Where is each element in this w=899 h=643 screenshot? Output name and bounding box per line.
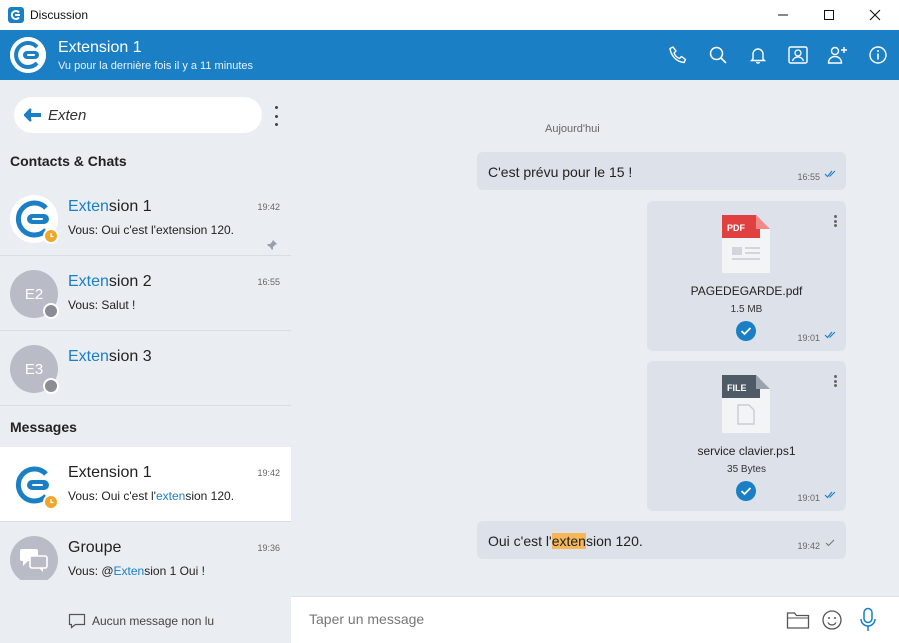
message-preview: Vous: @Extension 1 Oui ! — [68, 564, 205, 578]
last-message-preview: Vous: Salut ! — [68, 298, 136, 312]
maximize-icon — [824, 10, 834, 20]
folder-icon — [786, 612, 810, 629]
svg-text:PDF: PDF — [727, 223, 746, 233]
double-check-icon — [824, 326, 838, 344]
download-complete-icon[interactable] — [736, 481, 756, 501]
chat-area: Aujourd'hui C'est prévu pour le 15 ! 16:… — [291, 80, 899, 596]
bell-icon — [749, 48, 767, 64]
message-time: 19:01 — [797, 333, 820, 343]
header-avatar[interactable] — [10, 37, 46, 73]
close-icon — [869, 9, 881, 21]
file-size: 1.5 MB — [730, 304, 763, 315]
group-name: Groupe — [68, 539, 122, 556]
search-icon — [709, 46, 727, 64]
phone-icon — [669, 46, 687, 64]
minimize-icon — [778, 14, 788, 16]
generic-file-icon: FILE — [722, 375, 770, 433]
message-time: 16:55 — [797, 172, 820, 182]
group-avatar — [10, 536, 58, 584]
contact-name: Extension 2 — [68, 273, 152, 290]
group-chat-icon — [20, 549, 48, 572]
file-size: 35 Bytes — [727, 464, 766, 475]
away-status-icon — [43, 228, 59, 244]
message-time: 19:42 — [257, 468, 280, 478]
info-button[interactable] — [866, 43, 890, 67]
day-separator: Aujourd'hui — [545, 123, 600, 135]
add-participant-button[interactable] — [826, 43, 850, 67]
contact-item-extension-2[interactable]: E2 Extension 2 Vous: Salut ! 16:55 — [0, 256, 291, 331]
more-options-icon[interactable] — [268, 106, 284, 126]
contact-item-extension-3[interactable]: E3 Extension 3 — [0, 331, 291, 406]
back-arrow-icon[interactable] — [24, 108, 42, 122]
pin-icon — [266, 238, 278, 256]
message-time: 19:36 — [257, 543, 280, 553]
emoji-button[interactable] — [819, 607, 845, 633]
close-button[interactable] — [852, 0, 898, 30]
message-input[interactable] — [309, 611, 749, 627]
voice-message-button[interactable] — [855, 607, 881, 633]
file-menu-icon[interactable] — [833, 215, 837, 227]
message-bubble-icon — [68, 613, 86, 629]
chat-header: Extension 1 Vu pour la dernière fois il … — [0, 30, 899, 80]
file-name: PAGEDEGARDE.pdf — [690, 284, 803, 298]
offline-status-icon — [43, 303, 59, 319]
conversation-sidebar: Contacts & Chats Extension 1 Vous: Oui c… — [0, 80, 291, 643]
file-message-pdf[interactable]: PDF PAGEDEGARDE.pdf 1.5 MB 19:01 — [647, 201, 846, 351]
call-button[interactable] — [666, 43, 690, 67]
search-field[interactable] — [14, 97, 262, 133]
file-name: service clavier.ps1 — [697, 444, 796, 458]
file-message-generic[interactable]: FILE service clavier.ps1 35 Bytes 19:01 — [647, 361, 846, 511]
search-input[interactable] — [48, 106, 238, 124]
message-text: Oui c'est l'extension 120. — [488, 533, 643, 549]
message-text: C'est prévu pour le 15 ! — [488, 164, 633, 180]
svg-text:FILE: FILE — [727, 383, 747, 393]
contact-name: Extension 1 — [68, 464, 152, 481]
search-highlight: exten — [551, 533, 586, 549]
contact-item-extension-1[interactable]: Extension 1 Vous: Oui c'est l'extension … — [0, 181, 291, 256]
smiley-icon — [822, 610, 842, 630]
file-menu-icon[interactable] — [833, 375, 837, 387]
contact-name: Extension 1 — [68, 198, 152, 215]
app-logo-icon — [8, 7, 24, 23]
add-user-icon — [827, 46, 847, 64]
messages-section-title: Messages — [10, 419, 77, 435]
minimize-button[interactable] — [760, 0, 806, 30]
contact-name: Extension 3 — [68, 348, 152, 365]
pdf-file-icon: PDF — [722, 215, 770, 273]
double-check-icon — [824, 165, 838, 183]
contacts-section-title: Contacts & Chats — [10, 153, 127, 169]
single-check-icon — [824, 534, 838, 552]
contact-card-icon — [788, 46, 808, 64]
info-icon — [869, 46, 887, 64]
last-message-preview: Vous: Oui c'est l'extension 120. — [68, 223, 235, 237]
message-time: 19:42 — [797, 541, 820, 551]
message-composer — [291, 596, 899, 643]
header-last-seen: Vu pour la dernière fois il y a 11 minut… — [58, 60, 254, 72]
search-button[interactable] — [706, 43, 730, 67]
message-time: 19:01 — [797, 493, 820, 503]
header-contact-name: Extension 1 — [58, 39, 142, 56]
microphone-icon — [860, 607, 876, 631]
message-bubble[interactable]: Oui c'est l'extension 120. 19:42 — [477, 521, 846, 559]
message-bubble[interactable]: C'est prévu pour le 15 ! 16:55 — [477, 152, 846, 190]
window-title: Discussion — [30, 8, 89, 22]
last-message-time: 16:55 — [257, 277, 280, 287]
away-status-icon — [43, 494, 59, 510]
sidebar-footer — [0, 580, 291, 643]
attach-file-button[interactable] — [785, 607, 811, 633]
last-message-time: 19:42 — [257, 202, 280, 212]
notifications-button[interactable] — [746, 43, 770, 67]
maximize-button[interactable] — [806, 0, 852, 30]
download-complete-icon[interactable] — [736, 321, 756, 341]
contact-card-button[interactable] — [786, 43, 810, 67]
unread-status: Aucun message non lu — [68, 613, 214, 629]
double-check-icon — [824, 486, 838, 504]
offline-status-icon — [43, 378, 59, 394]
message-item-extension-1[interactable]: Extension 1 Vous: Oui c'est l'extension … — [0, 447, 291, 522]
message-preview: Vous: Oui c'est l'extension 120. — [68, 489, 235, 503]
contact-logo-icon — [10, 37, 46, 73]
